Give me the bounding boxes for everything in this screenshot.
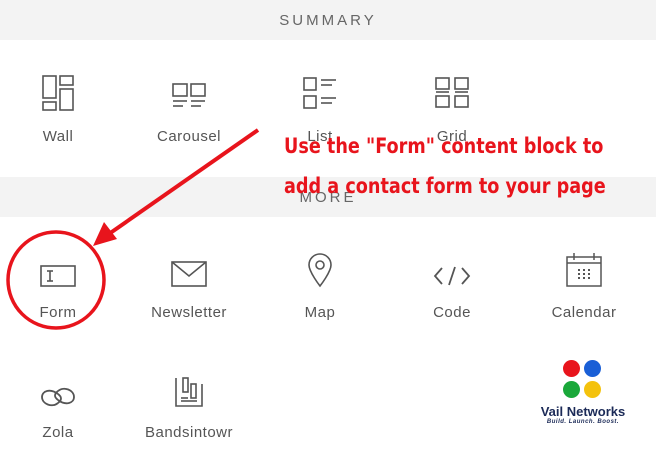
block-label: Carousel [156, 128, 222, 145]
block-carousel[interactable]: Carousel [124, 66, 254, 166]
logo-dots-icon [561, 360, 605, 400]
block-map[interactable]: Map [255, 242, 385, 342]
vail-networks-logo: Vail Networks Build. Launch. Boost. [528, 360, 638, 425]
block-zola[interactable]: Zola [0, 362, 123, 462]
annotation-line-2: add a contact form to your page [284, 174, 606, 198]
block-bandsintown[interactable]: Bandsintowr [124, 362, 254, 462]
list-layout-icon [302, 66, 338, 112]
logo-tagline: Build. Launch. Boost. [546, 419, 620, 425]
bandsintown-icon [174, 362, 204, 408]
code-icon [432, 242, 472, 288]
summary-section-title: SUMMARY [279, 11, 377, 29]
logo-name: Vail Networks [540, 404, 626, 419]
wall-layout-icon [41, 66, 75, 112]
summary-section-header: SUMMARY [0, 0, 656, 40]
block-label: Newsletter [151, 304, 227, 321]
block-label: Zola [42, 424, 74, 441]
block-form[interactable]: Form [0, 242, 123, 342]
block-label: Form [39, 304, 77, 321]
carousel-layout-icon [171, 66, 207, 112]
form-icon [39, 242, 77, 288]
block-label: Wall [42, 128, 74, 145]
block-label: Map [304, 304, 336, 321]
zola-rings-icon [38, 362, 78, 408]
logo-dot [563, 360, 580, 377]
annotation-line-1: Use the "Form" content block to [284, 134, 604, 158]
calendar-icon [565, 242, 603, 288]
logo-dot [584, 381, 601, 398]
map-pin-icon [307, 242, 333, 288]
block-label: Bandsintowr [144, 424, 234, 441]
block-label: Calendar [551, 304, 617, 321]
block-newsletter[interactable]: Newsletter [124, 242, 254, 342]
envelope-icon [170, 242, 208, 288]
block-wall[interactable]: Wall [0, 66, 123, 166]
block-code[interactable]: Code [387, 242, 517, 342]
block-label: Code [433, 304, 471, 321]
logo-dot [563, 381, 580, 398]
block-calendar[interactable]: Calendar [519, 242, 649, 342]
grid-layout-icon [434, 66, 470, 112]
logo-dot [584, 360, 601, 377]
